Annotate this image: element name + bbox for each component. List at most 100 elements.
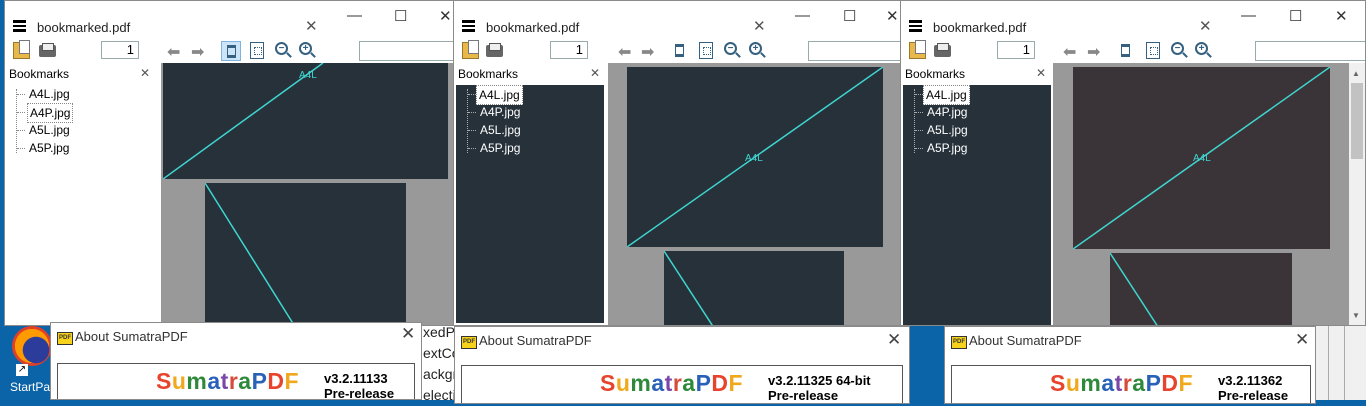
bookmark-item[interactable]: A5P.jpg [480, 139, 520, 157]
zoom-out-icon[interactable]: − [1171, 42, 1184, 55]
previous-page-icon[interactable]: ⬅ [167, 42, 180, 62]
previous-page-icon[interactable]: ⬅ [1063, 42, 1076, 62]
zoom-in-icon[interactable]: + [749, 42, 762, 55]
tab-close-icon[interactable]: ✕ [305, 17, 318, 35]
release-type: Pre-release [324, 386, 395, 400]
bookmark-item[interactable]: A4L.jpg [476, 85, 523, 105]
page-number-input[interactable]: 1 [550, 41, 588, 59]
print-icon[interactable] [39, 43, 56, 57]
title-bar: bookmarked.pdf ✕ — ☐ ✕ [454, 1, 902, 37]
brand-letter: m [630, 370, 652, 396]
brand-letter: t [220, 368, 229, 394]
fit-content-icon[interactable] [1146, 42, 1160, 59]
scroll-up-icon[interactable]: ▲ [1352, 69, 1360, 78]
search-input[interactable] [808, 41, 902, 61]
bookmark-item[interactable]: A4P.jpg [927, 103, 967, 121]
brand-name: SumatraPDF [1050, 370, 1193, 397]
document-view[interactable]: A4L [608, 63, 902, 325]
close-bookmarks-icon[interactable]: ✕ [140, 66, 150, 80]
desktop-shortcut-firefox[interactable]: ↗ StartPa [6, 326, 52, 400]
about-body: SumatraPDF v3.2.11133 Pre-release [57, 363, 415, 400]
bookmark-item[interactable]: A5L.jpg [927, 121, 968, 139]
dialog-title: About SumatraPDF [75, 329, 188, 344]
fit-page-icon[interactable] [221, 41, 241, 61]
bookmark-item[interactable]: A4L.jpg [923, 85, 970, 105]
brand-letter: D [711, 370, 729, 396]
toolbar: 1 ⬅ ➡ − + [901, 39, 1365, 63]
minimize-icon[interactable]: — [1241, 7, 1256, 24]
next-page-icon[interactable]: ➡ [641, 42, 654, 62]
close-icon[interactable]: ✕ [1295, 330, 1309, 350]
next-page-icon[interactable]: ➡ [1087, 42, 1100, 62]
bookmark-item[interactable]: A5P.jpg [927, 139, 967, 157]
brand-letter: m [1080, 370, 1102, 396]
brand-letter: S [1050, 370, 1066, 396]
fit-page-icon[interactable] [670, 41, 690, 61]
scroll-down-icon[interactable]: ▼ [1352, 311, 1360, 320]
open-file-icon[interactable] [462, 40, 479, 59]
vertical-scrollbar[interactable]: ▲ ▼ [1349, 63, 1365, 325]
search-input[interactable] [1255, 41, 1365, 61]
bookmark-item[interactable]: A5L.jpg [480, 121, 521, 139]
minimize-icon[interactable]: — [347, 7, 362, 24]
brand-letter: r [1122, 370, 1133, 396]
document-view[interactable]: A4L [1053, 63, 1349, 325]
scrollbar-thumb[interactable] [1351, 83, 1363, 159]
hamburger-menu-icon[interactable] [13, 20, 26, 32]
page-number-input[interactable]: 1 [997, 41, 1035, 59]
close-icon[interactable]: ✕ [1335, 7, 1348, 25]
tab-close-icon[interactable]: ✕ [1199, 17, 1212, 35]
minimize-icon[interactable]: — [795, 7, 810, 24]
fit-page-icon[interactable] [1116, 41, 1136, 61]
bookmark-item[interactable]: A4P.jpg [27, 103, 74, 123]
close-icon[interactable]: ✕ [886, 7, 899, 25]
close-icon[interactable]: ✕ [401, 324, 415, 344]
brand-letter: a [651, 370, 665, 396]
fit-content-icon[interactable] [250, 42, 264, 59]
maximize-icon[interactable]: ☐ [394, 7, 407, 25]
version-number: v3.2.11362 [1218, 373, 1283, 388]
tab-title[interactable]: bookmarked.pdf [37, 20, 130, 35]
firefox-icon [12, 326, 52, 366]
previous-page-icon[interactable]: ⬅ [618, 42, 631, 62]
zoom-in-icon[interactable]: + [1195, 42, 1208, 55]
hamburger-menu-icon[interactable] [462, 20, 475, 32]
bookmark-item[interactable]: A4L.jpg [29, 85, 70, 103]
bookmarks-tree: A4L.jpg A4P.jpg A5L.jpg A5P.jpg [903, 85, 1051, 325]
bookmark-item[interactable]: A5L.jpg [29, 121, 70, 139]
bookmark-item[interactable]: A4P.jpg [480, 103, 520, 121]
close-bookmarks-icon[interactable]: ✕ [590, 66, 600, 80]
zoom-in-icon[interactable]: + [299, 42, 312, 55]
zoom-out-icon[interactable]: − [275, 42, 288, 55]
print-icon[interactable] [486, 43, 503, 57]
toolbar: 1 ⬅ ➡ − + [5, 39, 455, 63]
tab-title[interactable]: bookmarked.pdf [486, 20, 579, 35]
open-file-icon[interactable] [909, 40, 926, 59]
bookmark-item[interactable]: A5P.jpg [29, 139, 69, 157]
title-bar: bookmarked.pdf ✕ — ☐ ✕ [901, 1, 1365, 37]
brand-letter: r [228, 368, 239, 394]
brand-letter: S [600, 370, 616, 396]
search-input[interactable] [359, 41, 455, 61]
maximize-icon[interactable]: ☐ [843, 7, 856, 25]
zoom-out-icon[interactable]: − [724, 42, 737, 55]
close-icon[interactable]: ✕ [887, 330, 901, 350]
close-icon[interactable]: ✕ [439, 7, 452, 25]
tab-close-icon[interactable]: ✕ [753, 17, 766, 35]
tab-title[interactable]: bookmarked.pdf [933, 20, 1026, 35]
bookmarks-tree: A4L.jpg A4P.jpg A5L.jpg A5P.jpg [5, 85, 159, 325]
bookmarks-title: Bookmarks [905, 67, 966, 81]
print-icon[interactable] [934, 43, 951, 57]
next-page-icon[interactable]: ➡ [191, 42, 204, 62]
hamburger-menu-icon[interactable] [909, 20, 922, 32]
page-a4l: A4L [627, 67, 883, 247]
page-number-input[interactable]: 1 [101, 41, 139, 59]
page-label: A4L [299, 70, 317, 81]
close-bookmarks-icon[interactable]: ✕ [1036, 66, 1046, 80]
fit-content-icon[interactable] [699, 42, 713, 59]
maximize-icon[interactable]: ☐ [1289, 7, 1302, 25]
document-view[interactable]: A4L [161, 63, 455, 325]
release-type: Pre-release [768, 388, 839, 403]
open-file-icon[interactable] [13, 40, 30, 59]
bookmarks-tree: A4L.jpg A4P.jpg A5L.jpg A5P.jpg [456, 85, 604, 323]
